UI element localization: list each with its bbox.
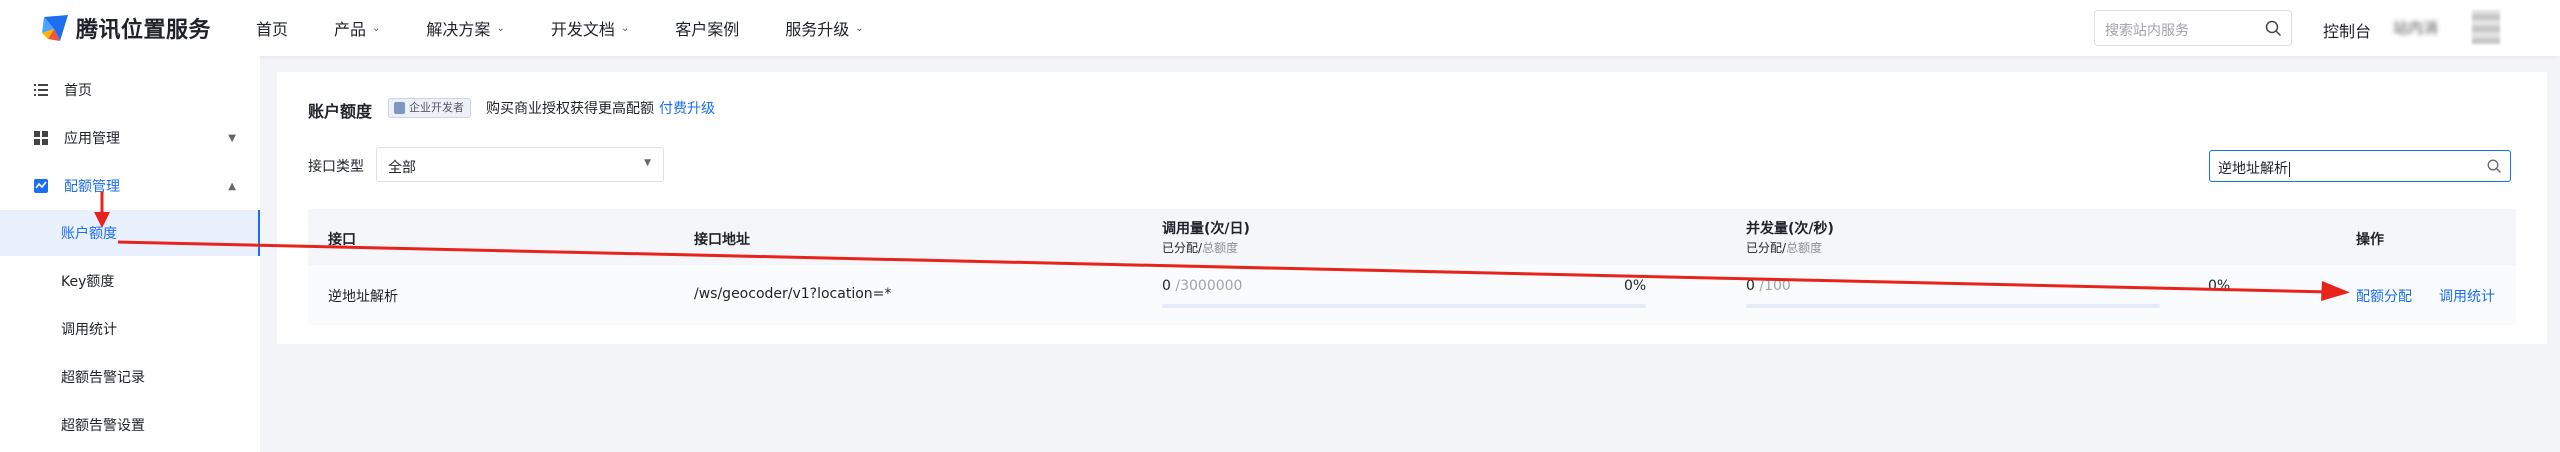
nav-item-label: 开发文档: [550, 20, 615, 39]
select-value: 全部: [388, 160, 416, 176]
nav-item-solutions[interactable]: 解决方案 ⌄: [426, 16, 504, 40]
sidebar-item-app-management[interactable]: 应用管理 ▼: [0, 115, 260, 161]
nav-item-docs[interactable]: 开发文档 ⌄: [551, 16, 629, 40]
sidebar-item-home[interactable]: 首页: [0, 67, 260, 113]
sidebar: 首页 应用管理 ▼ 配额管理 ▲ 账户额度 Key额度 调用统计 超额告警记录 …: [0, 56, 260, 452]
table-header: 接口 接口地址 调用量(次/日) 已分配/总额度 并发量(次/秒) 已分配/总额…: [308, 209, 2516, 265]
filter-label: 接口类型: [308, 159, 364, 175]
search-icon[interactable]: [2487, 159, 2502, 174]
caret-up-icon: ▲: [228, 180, 236, 192]
chevron-down-icon: ⌄: [496, 22, 505, 34]
nav-item-cases[interactable]: 客户案例: [675, 16, 739, 40]
sidebar-subitem-label: Key额度: [61, 274, 115, 290]
logo-icon: [38, 11, 72, 45]
cell-concurrency-percent: 0%: [2208, 278, 2231, 294]
brand-name: 腾讯位置服务: [76, 18, 212, 43]
chevron-down-icon: ⌄: [620, 22, 630, 34]
calls-progress-bar: [1162, 304, 1646, 308]
cell-calls-values: 0 /3000000: [1162, 278, 1243, 294]
upgrade-link[interactable]: 付费升级: [659, 98, 715, 118]
upgrade-text: 购买商业授权获得更高配额: [486, 101, 654, 117]
header-interface: 接口: [328, 232, 356, 248]
nav-item-label: 产品: [334, 20, 367, 39]
sidebar-item-label: 配额管理: [64, 179, 120, 195]
sidebar-subitem-call-stats[interactable]: 调用统计: [0, 306, 260, 352]
sidebar-subitem-label: 调用统计: [61, 322, 117, 338]
search-value: 逆地址解析: [2218, 161, 2290, 177]
cell-address: /ws/geocoder/v1?location=*: [694, 286, 892, 302]
sidebar-item-label: 首页: [64, 83, 92, 99]
grid-icon: [34, 131, 48, 145]
header-concurrency-sub: 已分配/总额度: [1746, 241, 1823, 255]
cell-calls-percent: 0%: [1624, 278, 1647, 294]
main-nav: 首页 产品 ⌄ 解决方案 ⌄ 开发文档 ⌄ 客户案例 服务升级 ⌄: [256, 0, 910, 56]
sidebar-subitem-alert-settings[interactable]: 超额告警设置: [0, 402, 260, 448]
sidebar-subitem-label: 账户额度: [61, 226, 117, 242]
sidebar-subitem-account-quota[interactable]: 账户额度: [0, 210, 260, 256]
avatar[interactable]: [2472, 10, 2500, 44]
interface-search-input[interactable]: 逆地址解析: [2209, 150, 2511, 182]
sidebar-subitem-key-quota[interactable]: Key额度: [0, 258, 260, 304]
badge-label: 企业开发者: [409, 101, 464, 114]
cell-concurrency-values: 0 /100: [1746, 278, 1791, 294]
nav-item-label: 服务升级: [785, 20, 850, 39]
call-stats-link[interactable]: 调用统计: [2439, 286, 2495, 306]
console-link[interactable]: 控制台: [2323, 18, 2371, 42]
page-title: 账户额度: [308, 102, 373, 121]
sidebar-item-label: 应用管理: [64, 131, 120, 147]
search-icon[interactable]: [2265, 20, 2282, 37]
chevron-down-icon: ⌄: [372, 22, 381, 34]
nav-item-label: 首页: [256, 20, 289, 39]
allocate-quota-link[interactable]: 配额分配: [2356, 286, 2412, 306]
quota-icon: [34, 179, 48, 193]
sidebar-subitem-label: 超额告警设置: [61, 418, 145, 434]
header-calls: 调用量(次/日): [1162, 221, 1250, 237]
nav-item-label: 客户案例: [675, 20, 740, 39]
nav-item-home[interactable]: 首页: [256, 16, 288, 40]
sidebar-subitem-alert-records[interactable]: 超额告警记录: [0, 354, 260, 400]
header-calls-sub: 已分配/总额度: [1162, 241, 1239, 255]
caret-down-icon: ▼: [228, 132, 236, 144]
nav-item-products[interactable]: 产品 ⌄: [334, 16, 380, 40]
list-icon: [34, 84, 48, 96]
chevron-down-icon: ⌄: [855, 22, 864, 34]
brand-logo[interactable]: 腾讯位置服务: [38, 11, 211, 45]
table-row: 逆地址解析 /ws/geocoder/v1?location=* 0 /3000…: [308, 265, 2516, 325]
developer-badge: 企业开发者: [388, 98, 471, 118]
top-navbar: 腾讯位置服务 首页 产品 ⌄ 解决方案 ⌄ 开发文档 ⌄ 客户案例 服务升级 ⌄ 搜索站…: [0, 0, 2560, 56]
concurrency-progress-bar: [1746, 304, 2160, 308]
sidebar-subitem-label: 超额告警记录: [61, 370, 145, 386]
cell-interface: 逆地址解析: [328, 289, 398, 305]
sidebar-item-quota-management[interactable]: 配额管理 ▲: [0, 163, 260, 209]
nav-item-label: 解决方案: [426, 20, 491, 39]
user-name[interactable]: 站内消: [2393, 17, 2438, 38]
caret-down-icon: ▼: [644, 158, 651, 168]
interface-type-select[interactable]: 全部 ▼: [376, 147, 664, 182]
quota-card: 账户额度 企业开发者 购买商业授权获得更高配额 付费升级 接口类型 全部 ▼ 逆…: [277, 72, 2547, 344]
quota-table: 接口 接口地址 调用量(次/日) 已分配/总额度 并发量(次/秒) 已分配/总额…: [308, 209, 2516, 325]
nav-item-upgrade[interactable]: 服务升级 ⌄: [785, 16, 863, 40]
search-placeholder: 搜索站内服务: [2105, 23, 2189, 39]
site-search-input[interactable]: 搜索站内服务: [2094, 10, 2292, 46]
header-concurrency: 并发量(次/秒): [1746, 221, 1834, 237]
developer-badge-icon: [394, 102, 405, 114]
header-address: 接口地址: [694, 232, 750, 248]
header-actions: 操作: [2356, 232, 2384, 248]
